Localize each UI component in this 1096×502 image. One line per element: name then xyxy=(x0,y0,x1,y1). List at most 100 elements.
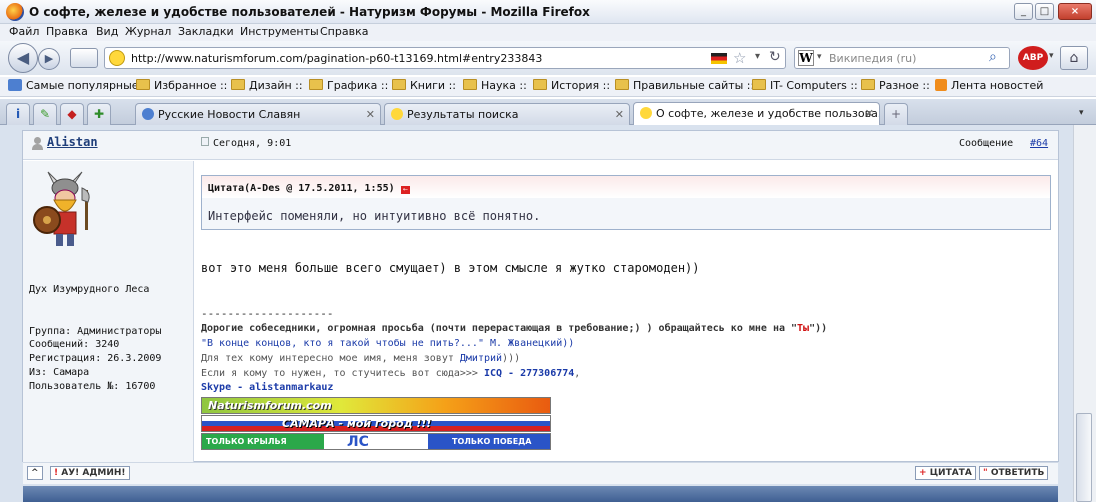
user-avatar-viking xyxy=(33,171,90,246)
bookmark-label: Самые популярные xyxy=(26,79,139,92)
url-text[interactable]: http://www.naturismforum.com/pagination-… xyxy=(131,52,542,65)
menu-view[interactable]: Вид xyxy=(96,25,118,38)
window-title: О софте, железе и удобстве пользователей… xyxy=(29,5,590,19)
post-date-icon xyxy=(201,137,209,146)
bookmark-label: Графика :: xyxy=(327,79,389,92)
bookmark-label: Избранное :: xyxy=(154,79,228,92)
menu-bar: Файл Правка Вид Журнал Закладки Инструме… xyxy=(0,24,1096,41)
menu-history[interactable]: Журнал xyxy=(125,25,171,38)
bookmark-folder-books[interactable]: Книги :: xyxy=(392,79,456,92)
menu-bookmarks[interactable]: Закладки xyxy=(178,25,234,38)
folder-icon xyxy=(861,79,875,90)
globe-icon xyxy=(142,108,154,120)
app-tab-info-icon[interactable]: i xyxy=(6,103,30,125)
signature-banner-forum[interactable]: Naturismforum.com xyxy=(201,397,551,414)
report-button[interactable]: ! АУ! АДМИН! xyxy=(50,466,130,480)
quote-label: ЦИТАТА xyxy=(929,468,972,478)
minimize-button[interactable]: _ xyxy=(1014,3,1033,20)
tab-close-icon[interactable]: ✕ xyxy=(865,107,874,120)
message-number-link[interactable]: #64 xyxy=(1030,138,1048,149)
menu-file[interactable]: Файл xyxy=(9,25,39,38)
bookmark-folder-history[interactable]: История :: xyxy=(533,79,610,92)
firefox-icon xyxy=(6,3,24,21)
quote-text: Интерфейс поменяли, но интуитивно всё по… xyxy=(208,209,541,223)
tab-current-topic[interactable]: О софте, железе и удобстве пользова... ✕ xyxy=(633,102,880,125)
tab-russian-news[interactable]: Русские Новости Славян ✕ xyxy=(135,103,381,125)
signature-text: Дорогие собеседники, огромная просьба (п… xyxy=(201,323,798,334)
address-bar[interactable]: http://www.naturismforum.com/pagination-… xyxy=(104,47,786,69)
german-flag-icon[interactable] xyxy=(711,53,727,64)
user-title: Дух Изумрудного Леса xyxy=(29,284,150,295)
search-icon[interactable]: ⌕ xyxy=(989,49,997,65)
report-label: АУ! АДМИН! xyxy=(61,468,126,478)
bookmark-folder-science[interactable]: Наука :: xyxy=(463,79,527,92)
folder-icon xyxy=(463,79,477,90)
close-button[interactable]: × xyxy=(1058,3,1092,20)
back-button[interactable]: ◀ xyxy=(8,43,38,73)
reply-icon: " xyxy=(983,468,988,478)
app-tab-diamond-icon[interactable]: ◆ xyxy=(60,103,84,125)
folder-icon xyxy=(309,79,323,90)
tab-close-icon[interactable]: ✕ xyxy=(615,108,624,121)
home-button[interactable]: ⌂ xyxy=(1060,46,1088,70)
icq-link[interactable]: ICQ - 277306774 xyxy=(484,368,574,379)
tab-search-results[interactable]: Результаты поиска ✕ xyxy=(384,103,630,125)
bookmark-rss-feed[interactable]: Лента новостей xyxy=(935,79,1043,92)
reply-button[interactable]: " ОТВЕТИТЬ xyxy=(979,466,1049,480)
tab-list-dropdown-icon[interactable]: ▾ xyxy=(1079,108,1084,118)
bookmark-folder-it[interactable]: IT- Computers :: xyxy=(752,79,858,92)
wikipedia-icon[interactable]: W xyxy=(798,50,814,66)
forward-button[interactable]: ▶ xyxy=(38,48,60,70)
search-engine-dropdown-icon[interactable]: ▾ xyxy=(817,52,822,62)
user-registration-date: Регистрация: 26.3.2009 xyxy=(29,353,162,364)
folder-icon xyxy=(231,79,245,90)
menu-tools[interactable]: Инструменты xyxy=(240,25,319,38)
bookmark-folder-graphics[interactable]: Графика :: xyxy=(309,79,388,92)
bookmark-folder-sites[interactable]: Правильные сайты :: xyxy=(615,79,754,92)
reload-icon[interactable]: ↻ xyxy=(769,49,781,65)
next-post-header xyxy=(23,486,1058,502)
post-author-link[interactable]: Alistan xyxy=(47,135,98,149)
skype-link[interactable]: Skype - alistanmarkauz xyxy=(201,382,333,393)
search-input[interactable]: Википедия (ru) xyxy=(829,52,916,65)
menu-edit[interactable]: Правка xyxy=(46,25,88,38)
banner-text: ТОЛЬКО КРЫЛЬЯ xyxy=(206,437,287,446)
tab-label: Результаты поиска xyxy=(407,108,519,121)
signature-text: Для тех кому интересно мое имя, меня зов… xyxy=(201,353,460,364)
signature-banner-club[interactable]: ТОЛЬКО КРЫЛЬЯ ЛС ТОЛЬКО ПОБЕДА xyxy=(201,433,551,450)
menu-help[interactable]: Справка xyxy=(320,25,368,38)
user-post-count: Сообщений: 3240 xyxy=(29,339,120,350)
signature-text: ")) xyxy=(809,323,828,334)
adblock-dropdown-icon[interactable]: ▾ xyxy=(1049,51,1054,61)
post-body: вот это меня больше всего смущает) в это… xyxy=(201,261,700,275)
bookmark-star-icon[interactable]: ☆ xyxy=(733,49,746,67)
bookmark-folder-design[interactable]: Дизайн :: xyxy=(231,79,303,92)
user-group: Группа: Администраторы xyxy=(29,326,162,337)
bookmark-popular[interactable]: Самые популярные xyxy=(8,79,139,92)
app-tab-leaf-icon[interactable]: ✎ xyxy=(33,103,57,125)
search-bar[interactable]: W ▾ Википедия (ru) ⌕ xyxy=(794,47,1010,69)
quote-jump-icon[interactable]: ← xyxy=(401,186,410,194)
url-dropdown-icon[interactable]: ▾ xyxy=(755,51,760,62)
smiley-icon xyxy=(640,107,652,119)
quote-button[interactable]: + ЦИТАТА xyxy=(915,466,976,480)
signature-separator: -------------------- xyxy=(201,307,334,320)
bookmark-folder-favorites[interactable]: Избранное :: xyxy=(136,79,227,92)
scroll-top-button[interactable]: ^ xyxy=(27,466,43,480)
post-date: Сегодня, 9:01 xyxy=(213,138,292,149)
adblock-button[interactable]: ABP xyxy=(1018,46,1048,70)
signature-name: Дмитрий xyxy=(459,353,503,364)
scrollbar-thumb[interactable] xyxy=(1076,413,1092,502)
folder-icon xyxy=(533,79,547,90)
maximize-button[interactable]: □ xyxy=(1035,3,1054,20)
app-tab-puzzle-icon[interactable]: ✚ xyxy=(87,103,111,125)
signature-line-3: Для тех кому интересно мое имя, меня зов… xyxy=(201,353,520,364)
bookmark-page-icon xyxy=(8,79,22,91)
tab-close-icon[interactable]: ✕ xyxy=(366,108,375,121)
bookmark-label: IT- Computers :: xyxy=(770,79,858,92)
signature-banner-city[interactable]: САМАРА - мой город !!! xyxy=(201,415,551,432)
warning-icon: ! xyxy=(54,468,59,478)
bookmark-folder-misc[interactable]: Разное :: xyxy=(861,79,930,92)
toolbar-icon-button[interactable] xyxy=(70,48,98,68)
new-tab-button[interactable]: + xyxy=(884,103,908,125)
